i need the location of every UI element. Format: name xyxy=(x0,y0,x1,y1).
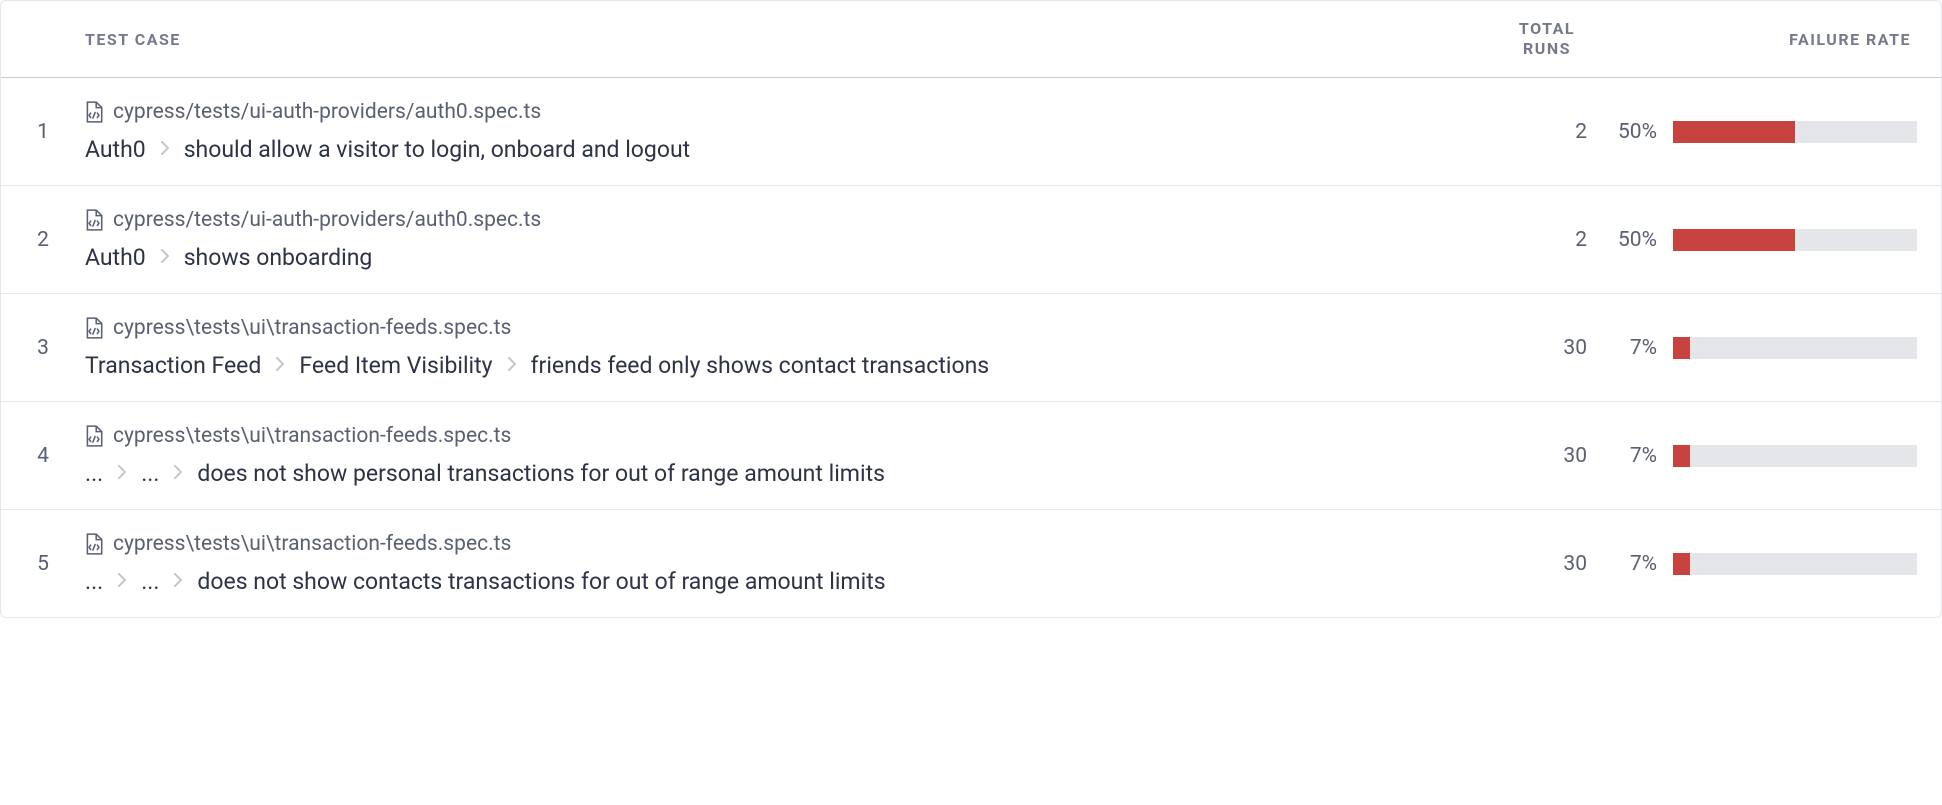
table-header: TEST CASE TOTAL RUNS FAILURE RATE xyxy=(1,1,1941,78)
failure-rate-cell: 7% xyxy=(1607,552,1917,576)
row-index: 4 xyxy=(1,444,85,468)
test-breadcrumb: Transaction Feed Feed Item Visibility frie… xyxy=(85,352,1487,379)
file-icon xyxy=(85,317,103,339)
chevron-right-icon xyxy=(173,465,183,479)
chevron-right-icon xyxy=(275,357,285,371)
file-path: cypress\tests\ui\transaction-feeds.spec.… xyxy=(113,532,511,556)
breadcrumb-segment: ... xyxy=(141,568,159,595)
breadcrumb-segment: Auth0 xyxy=(85,136,146,163)
failure-rate-bar xyxy=(1673,553,1917,575)
file-path: cypress/tests/ui-auth-providers/auth0.sp… xyxy=(113,208,541,232)
breadcrumb-segment: Transaction Feed xyxy=(85,352,261,379)
file-icon xyxy=(85,209,103,231)
chevron-right-icon xyxy=(117,573,127,587)
table-body: 1 cypress/tests/ui-auth-providers/auth0.… xyxy=(1,78,1941,617)
table-row[interactable]: 2 cypress/tests/ui-auth-providers/auth0.… xyxy=(1,186,1941,294)
failure-rate-bar-fill xyxy=(1673,121,1795,143)
file-path-line: cypress\tests\ui\transaction-feeds.spec.… xyxy=(85,424,1487,448)
failure-rate-value: 7% xyxy=(1607,444,1657,468)
total-runs-value: 2 xyxy=(1487,228,1607,252)
file-path-line: cypress/tests/ui-auth-providers/auth0.sp… xyxy=(85,208,1487,232)
chevron-right-icon xyxy=(117,571,127,592)
failure-rate-bar-fill xyxy=(1673,337,1690,359)
chevron-right-icon xyxy=(173,463,183,484)
row-main: cypress/tests/ui-auth-providers/auth0.sp… xyxy=(85,208,1487,271)
table-row[interactable]: 4 cypress\tests\ui\transaction-feeds.spe… xyxy=(1,402,1941,510)
column-header-failure-rate[interactable]: FAILURE RATE xyxy=(1607,30,1917,49)
failure-rate-bar xyxy=(1673,445,1917,467)
chevron-right-icon xyxy=(160,139,170,160)
breadcrumb-segment: ... xyxy=(141,460,159,487)
failure-rate-bar-fill xyxy=(1673,553,1690,575)
failure-rate-cell: 50% xyxy=(1607,120,1917,144)
total-runs-value: 30 xyxy=(1487,444,1607,468)
row-index: 5 xyxy=(1,552,85,576)
chevron-right-icon xyxy=(507,355,517,376)
row-index: 3 xyxy=(1,336,85,360)
failure-rate-bar xyxy=(1673,121,1917,143)
row-main: cypress\tests\ui\transaction-feeds.spec.… xyxy=(85,316,1487,379)
file-path-line: cypress/tests/ui-auth-providers/auth0.sp… xyxy=(85,100,1487,124)
chevron-right-icon xyxy=(117,465,127,479)
table-row[interactable]: 3 cypress\tests\ui\transaction-feeds.spe… xyxy=(1,294,1941,402)
failure-rate-value: 7% xyxy=(1607,552,1657,576)
file-icon xyxy=(85,101,103,123)
breadcrumb-segment: ... xyxy=(85,460,103,487)
breadcrumb-segment: friends feed only shows contact transact… xyxy=(531,352,990,379)
test-breadcrumb: ...... does not show personal transaction… xyxy=(85,460,1487,487)
table-row[interactable]: 5 cypress\tests\ui\transaction-feeds.spe… xyxy=(1,510,1941,617)
chevron-right-icon xyxy=(173,571,183,592)
total-runs-value: 2 xyxy=(1487,120,1607,144)
column-header-total-runs[interactable]: TOTAL RUNS xyxy=(1487,19,1607,59)
failure-rate-value: 7% xyxy=(1607,336,1657,360)
chevron-right-icon xyxy=(160,141,170,155)
table-row[interactable]: 1 cypress/tests/ui-auth-providers/auth0.… xyxy=(1,78,1941,186)
breadcrumb-segment: shows onboarding xyxy=(184,244,373,271)
breadcrumb-segment: should allow a visitor to login, onboard… xyxy=(184,136,690,163)
row-main: cypress/tests/ui-auth-providers/auth0.sp… xyxy=(85,100,1487,163)
total-runs-value: 30 xyxy=(1487,336,1607,360)
test-results-table: TEST CASE TOTAL RUNS FAILURE RATE 1 cypr… xyxy=(0,0,1942,618)
breadcrumb-segment: does not show personal transactions for … xyxy=(197,460,885,487)
row-main: cypress\tests\ui\transaction-feeds.spec.… xyxy=(85,532,1487,595)
test-breadcrumb: Auth0 shows onboarding xyxy=(85,244,1487,271)
row-index: 2 xyxy=(1,228,85,252)
chevron-right-icon xyxy=(173,573,183,587)
failure-rate-cell: 7% xyxy=(1607,336,1917,360)
breadcrumb-segment: ... xyxy=(85,568,103,595)
failure-rate-bar xyxy=(1673,229,1917,251)
failure-rate-bar-fill xyxy=(1673,445,1690,467)
file-path: cypress/tests/ui-auth-providers/auth0.sp… xyxy=(113,100,541,124)
failure-rate-value: 50% xyxy=(1607,120,1657,144)
breadcrumb-segment: does not show contacts transactions for … xyxy=(197,568,885,595)
file-path-line: cypress\tests\ui\transaction-feeds.spec.… xyxy=(85,316,1487,340)
breadcrumb-segment: Auth0 xyxy=(85,244,146,271)
failure-rate-bar xyxy=(1673,337,1917,359)
failure-rate-cell: 50% xyxy=(1607,228,1917,252)
chevron-right-icon xyxy=(507,357,517,371)
failure-rate-bar-fill xyxy=(1673,229,1795,251)
chevron-right-icon xyxy=(160,247,170,268)
file-icon xyxy=(85,533,103,555)
breadcrumb-segment: Feed Item Visibility xyxy=(299,352,492,379)
chevron-right-icon xyxy=(160,249,170,263)
test-breadcrumb: ...... does not show contacts transaction… xyxy=(85,568,1487,595)
failure-rate-value: 50% xyxy=(1607,228,1657,252)
row-index: 1 xyxy=(1,120,85,144)
failure-rate-cell: 7% xyxy=(1607,444,1917,468)
file-path: cypress\tests\ui\transaction-feeds.spec.… xyxy=(113,424,511,448)
chevron-right-icon xyxy=(117,463,127,484)
file-icon xyxy=(85,425,103,447)
total-runs-value: 30 xyxy=(1487,552,1607,576)
file-path-line: cypress\tests\ui\transaction-feeds.spec.… xyxy=(85,532,1487,556)
column-header-testcase[interactable]: TEST CASE xyxy=(85,30,1487,49)
test-breadcrumb: Auth0 should allow a visitor to login, on… xyxy=(85,136,1487,163)
file-path: cypress\tests\ui\transaction-feeds.spec.… xyxy=(113,316,511,340)
row-main: cypress\tests\ui\transaction-feeds.spec.… xyxy=(85,424,1487,487)
chevron-right-icon xyxy=(275,355,285,376)
